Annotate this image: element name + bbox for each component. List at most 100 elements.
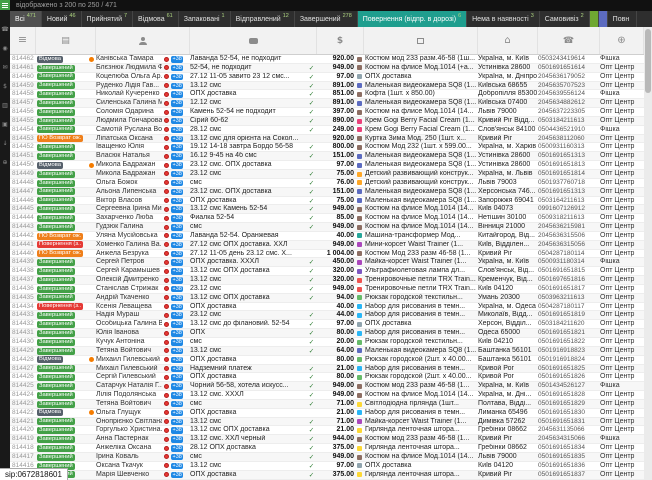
- call-record-icon[interactable]: [164, 260, 169, 265]
- customer-name[interactable]: Захарченко Люба: [96, 214, 162, 222]
- call-record-icon[interactable]: [164, 163, 169, 168]
- customer-name[interactable]: Соломія Одарина: [96, 108, 162, 116]
- call-record-icon[interactable]: [164, 340, 169, 345]
- call-record-icon[interactable]: [164, 304, 169, 309]
- tracking-number[interactable]: 0501691651813: [538, 161, 600, 169]
- customer-name[interactable]: Анна Пастернак: [96, 435, 162, 443]
- tracking-number[interactable]: 0501691651836: [538, 462, 600, 470]
- status-tab[interactable]: Відмова61: [133, 11, 179, 27]
- call-record-icon[interactable]: [164, 233, 169, 238]
- menu-icon[interactable]: [10, 27, 36, 54]
- tracking-number[interactable]: 2045636315506: [538, 232, 600, 240]
- customer-name[interactable]: Микола Бадражан: [96, 161, 162, 169]
- tracking-number[interactable]: 2045636215981: [538, 223, 600, 231]
- customer-name[interactable]: Олексій Дмитренко: [96, 276, 162, 284]
- order-row[interactable]: 814429 Завершений Тетяна Войтович +38 13…: [10, 347, 644, 356]
- order-row[interactable]: 814442 ПО Возврат ож. Уляна Мусійовська …: [10, 232, 644, 241]
- download-icon[interactable]: ↓: [0, 140, 10, 147]
- order-row[interactable]: 814420 Завершений Горгулько Христина... …: [10, 426, 644, 435]
- call-record-icon[interactable]: [164, 189, 169, 194]
- call-record-icon[interactable]: [164, 269, 169, 274]
- tracking-number[interactable]: 2045639556124: [538, 90, 600, 98]
- tracking-number[interactable]: 0501697651816: [538, 276, 600, 284]
- scrollbar-thumb[interactable]: [645, 29, 651, 93]
- order-row[interactable]: 814451 Завершений Власюк Наталья +38 16.…: [10, 152, 644, 161]
- customer-name[interactable]: Сергей Петров: [96, 258, 162, 266]
- order-row[interactable]: 814419 Завершений Анна Пастернак +38 13.…: [10, 435, 644, 444]
- order-row[interactable]: 814421 Завершений Онопрієнко Світлана +3…: [10, 418, 644, 427]
- tracking-number[interactable]: 0504436521910: [538, 126, 600, 134]
- tracking-number[interactable]: 2045637223305: [538, 108, 600, 116]
- call-record-icon[interactable]: [164, 357, 169, 362]
- customer-name[interactable]: Особицька Галина В...: [96, 320, 162, 328]
- tracking-number[interactable]: 0501691651835: [538, 453, 600, 461]
- money-icon[interactable]: [317, 27, 364, 54]
- call-record-icon[interactable]: [164, 57, 169, 62]
- customer-name[interactable]: Кучук Антоніна: [96, 338, 162, 346]
- call-record-icon[interactable]: [164, 375, 169, 380]
- status-list-icon[interactable]: [36, 27, 96, 54]
- box-icon[interactable]: [364, 27, 478, 54]
- customer-name[interactable]: Тетяна Войтович: [96, 347, 162, 355]
- chat-icon[interactable]: [190, 27, 317, 54]
- tracking-number[interactable]: 0501691651828: [538, 391, 600, 399]
- status-tab[interactable]: Нема в наявності3: [467, 11, 540, 27]
- call-record-icon[interactable]: [164, 118, 169, 123]
- call-record-icon[interactable]: [164, 437, 169, 442]
- order-row[interactable]: 814443 Завершений Гудзюк Галина +38 смс …: [10, 223, 644, 232]
- call-record-icon[interactable]: [164, 171, 169, 176]
- customer-name[interactable]: Силенська Галина М...: [96, 99, 162, 107]
- order-row[interactable]: 814462 Відмова Канівська Тамара +38 Лава…: [10, 55, 644, 64]
- tracking-number[interactable]: 0500931160313: [538, 143, 600, 151]
- call-record-icon[interactable]: [164, 74, 169, 79]
- call-record-icon[interactable]: [164, 127, 169, 132]
- tracking-number[interactable]: 0501937760718: [538, 179, 600, 187]
- customer-name[interactable]: Сергеевна Ірина Ми...: [96, 205, 162, 213]
- tracking-number[interactable]: 2045634882612: [538, 99, 600, 107]
- tracking-number[interactable]: 0500931180314: [538, 258, 600, 266]
- call-record-icon[interactable]: [164, 428, 169, 433]
- order-row[interactable]: 814447 Завершений Альона Липенська +38 2…: [10, 188, 644, 197]
- tracking-number[interactable]: 0501691651837: [538, 471, 600, 479]
- tracking-number[interactable]: 0501691651614: [538, 64, 600, 72]
- order-row[interactable]: 814454 Завершений Самотій Руслана Во... …: [10, 126, 644, 135]
- order-row[interactable]: 814436 Завершений Станіслав Стрижак +38 …: [10, 285, 644, 294]
- customer-name[interactable]: Лілія Подолянська: [96, 391, 162, 399]
- status-tab[interactable]: Запаковані1: [179, 11, 231, 27]
- call-record-icon[interactable]: [164, 242, 169, 247]
- call-record-icon[interactable]: [164, 384, 169, 389]
- call-record-icon[interactable]: [164, 154, 169, 159]
- tracking-number[interactable]: 0504287180117: [538, 303, 600, 311]
- tracking-number[interactable]: 0504287180114: [538, 250, 600, 258]
- order-row[interactable]: 814426 Завершений Сергій Гилевський +38 …: [10, 373, 644, 382]
- info-icon[interactable]: [89, 410, 94, 415]
- tracking-number[interactable]: 0501691651313: [538, 152, 600, 160]
- call-record-icon[interactable]: [164, 180, 169, 185]
- call-record-icon[interactable]: [164, 65, 169, 70]
- order-row[interactable]: 814459 Завершений Руденко Лідія Гав... +…: [10, 82, 644, 91]
- tracking-number[interactable]: 2045636315056: [538, 241, 600, 249]
- order-row[interactable]: 814448 Завершений Ольга Божок +38 смс ✓ …: [10, 179, 644, 188]
- tracking-number[interactable]: 0509318211613: [538, 214, 600, 222]
- customer-name[interactable]: Блєзнюк Людмила Ф...: [96, 64, 162, 72]
- customer-name[interactable]: Марія Шевченко: [96, 471, 162, 479]
- tracking-number[interactable]: 0503243419614: [538, 55, 600, 63]
- customer-name[interactable]: Ольга Глущук: [96, 409, 162, 417]
- call-record-icon[interactable]: [164, 83, 169, 88]
- box-icon[interactable]: ▣: [0, 121, 10, 128]
- order-row[interactable]: 814437 Завершений Олексій Дмитренко +38 …: [10, 276, 644, 285]
- status-tab[interactable]: Прийнятий7: [82, 11, 134, 27]
- customer-name[interactable]: Михаіл Гилевський: [96, 365, 162, 373]
- call-record-icon[interactable]: [164, 446, 169, 451]
- order-row[interactable]: 814460 Завершений Коцелюба Ольга Ар... +…: [10, 73, 644, 82]
- customer-name[interactable]: Николай Кучеренко: [96, 90, 162, 98]
- customer-name[interactable]: Віктор Власов: [96, 197, 162, 205]
- customer-name[interactable]: Сергій Гилевський: [96, 373, 162, 381]
- order-row[interactable]: 814452 Завершений Іващенко Юлія +38 19.1…: [10, 143, 644, 152]
- chat-icon[interactable]: ✉: [0, 64, 10, 71]
- order-row[interactable]: 814416 Завершений Оксана Ткачук +38 13.1…: [10, 462, 644, 471]
- order-row[interactable]: 814423 Завершений Тетяна Войтович +38 см…: [10, 400, 644, 409]
- info-icon[interactable]: [89, 357, 94, 362]
- gear-icon[interactable]: [600, 27, 644, 54]
- customer-name[interactable]: Андрій Ткаченко: [96, 294, 162, 302]
